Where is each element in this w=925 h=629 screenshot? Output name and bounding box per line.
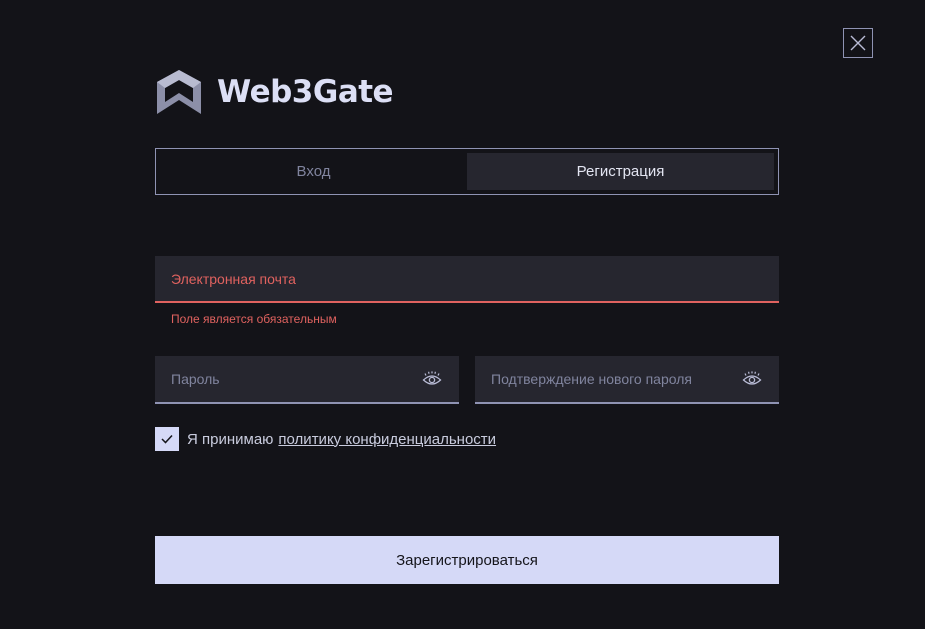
register-button[interactable]: Зарегистрироваться	[155, 536, 779, 584]
close-icon	[850, 35, 866, 51]
email-input[interactable]	[171, 256, 763, 301]
check-icon	[161, 434, 173, 444]
brand-name: Web3Gate	[217, 74, 394, 110]
close-button[interactable]	[843, 28, 873, 58]
password-input[interactable]	[171, 356, 421, 402]
confirm-password-field	[475, 356, 779, 404]
privacy-consent: Я принимаю политику конфиденциальности	[155, 427, 496, 451]
web3gate-logo-icon	[157, 70, 201, 114]
registration-modal: Web3Gate Вход Регистрация Поле является …	[0, 0, 925, 629]
password-field	[155, 356, 459, 404]
consent-checkbox[interactable]	[155, 427, 179, 451]
auth-tabs: Вход Регистрация	[155, 148, 779, 195]
privacy-policy-link[interactable]: политику конфиденциальности	[278, 431, 496, 448]
consent-label: Я принимаю	[187, 430, 274, 448]
brand-logo: Web3Gate	[155, 68, 394, 116]
eye-icon[interactable]	[421, 370, 443, 388]
email-field	[155, 256, 779, 303]
email-error-message: Поле является обязательным	[171, 312, 337, 326]
eye-icon[interactable]	[741, 370, 763, 388]
tab-login[interactable]: Вход	[160, 153, 467, 190]
tab-register[interactable]: Регистрация	[467, 153, 774, 190]
confirm-password-input[interactable]	[491, 356, 741, 402]
